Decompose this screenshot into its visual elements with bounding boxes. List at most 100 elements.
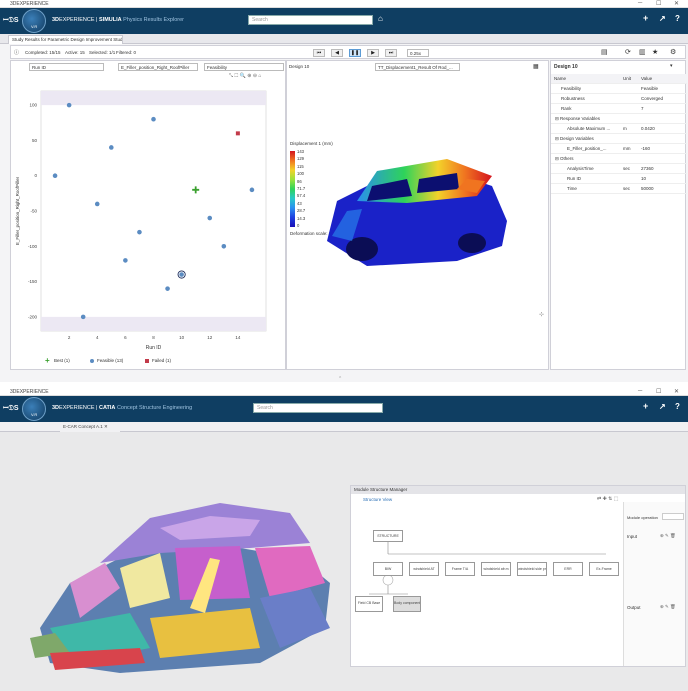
share-icon[interactable]: ↗ [659,402,666,411]
pause-button[interactable]: ❚❚ [349,49,361,57]
result-viewer-panel: Design 10 TT_Displacement1_Result Of Rod… [286,60,549,370]
top-app-bar: ꟷ𝔇S V.R 3DEXPERIENCE | SIMULIA Physics R… [0,8,688,34]
minimize-icon[interactable]: ─ [638,0,642,6]
add-icon[interactable]: + [643,13,648,23]
props-row[interactable]: Time sec 50000 [551,184,687,194]
props-row-unit: sec [623,166,631,171]
props-row[interactable]: ⊟ Others [551,154,687,164]
last-button[interactable]: ⏭ [385,49,397,57]
structure-child-node[interactable]: ERR [553,562,583,576]
col-unit: Unit [623,76,632,81]
upper-bound-band [41,91,266,106]
maximize-icon[interactable]: ☐ [656,388,661,395]
x-tick-label: 4 [96,335,99,340]
props-row[interactable]: Absolute Maximum ... m 0.0420 [551,124,687,134]
top-window: 3DEXPERIENCE ─ ☐ ✕ ꟷ𝔇S V.R 3DEXPERIENCE … [0,0,688,382]
chart-toolbar-icons[interactable]: ⤡ ⬚ 🔍 ⊕ ⊖ ⌂ [229,73,261,79]
props-row[interactable]: Rank 7 [551,104,687,114]
structure-child-node[interactable]: windshield AT [409,562,439,576]
structure-child-node[interactable]: Ex-Frame [589,562,619,576]
star-icon[interactable]: ★ [652,48,658,56]
scatter-chart[interactable]: 100 50 0 -50 -100 -150 -200 2 4 6 8 10 12 14 Run ID E_F… [11,81,287,351]
next-button[interactable]: ▶ [367,49,379,57]
legend-failed-icon [145,359,149,363]
props-row[interactable]: E_Filler_position_... mm -160 [551,144,687,154]
legend-best-icon: + [45,356,50,365]
ds-logo-icon[interactable]: ꟷ𝔇S [3,404,19,413]
app-title: 3DEXPERIENCE | SIMULIA Physics Results E… [52,17,184,23]
structure-sub-node-1[interactable]: Field CB Base [355,596,383,612]
layout-icon[interactable]: ▤ [601,48,608,56]
module-structure-manager: Module Structure Manager Structure View … [350,485,686,667]
contour-tick: 129 [297,156,304,162]
props-dropdown-icon[interactable]: ▾ [670,63,673,69]
compass-icon[interactable]: V.R [22,9,46,33]
app-name: Concept Structure Engineering [116,405,193,411]
structure-child-node[interactable]: windshield side pr [517,562,547,576]
legend-best-label: Best (1) [54,358,70,363]
contour-tick: 71.7 [297,186,306,191]
tag-icon[interactable]: ⌂ [378,14,383,23]
close-icon[interactable]: ✕ [674,388,679,395]
feasible-point [123,258,128,263]
settings-icon[interactable]: ⚙ [670,48,676,56]
close-icon[interactable]: ✕ [674,0,679,7]
biw-3d-model[interactable] [10,488,350,678]
y-axis-label: E_Filler_position_Right_RoofPiller [15,176,20,245]
compass-label: V.R [31,24,38,29]
feasible-point [137,229,142,235]
add-icon[interactable]: + [643,401,648,411]
props-row-name: ⊟ Others [555,156,574,161]
tab-study-results[interactable]: Study Results for Parametric Design Impr… [8,35,123,44]
structure-sub-node-2[interactable]: Body component [393,596,421,612]
tab-ecar-concept[interactable]: E-CAR Concept A.1 ✕ [60,423,120,432]
y-axis-select[interactable]: E_Filler_position_Right_RoofPiller [118,63,198,71]
result-select[interactable]: TT_Displacement1_Result Of Rod_... [375,63,460,71]
design-label: Design 10 [289,64,310,69]
module-operation-field[interactable] [662,513,684,520]
minimize-icon[interactable]: ─ [638,388,642,394]
brand-3d: 3D [52,405,60,411]
structure-child-node[interactable]: BIW [373,562,403,576]
props-row[interactable]: ⊟ Response Variables [551,114,687,124]
compass-icon[interactable]: V.R [22,397,46,421]
search-input[interactable]: Search [253,403,383,413]
refresh-icon[interactable]: ⟳ [625,48,631,56]
help-icon[interactable]: ? [675,402,680,411]
msm-toolbar-icons[interactable]: ⇄ ✚ ⇅ ⬚ [597,496,618,502]
structure-child-node[interactable]: Frame T/A [445,562,475,576]
splitter-handle[interactable]: ⌃ [338,376,348,382]
structure-root-node[interactable]: STRUCTURE [373,530,403,542]
input-tools-icons[interactable]: ⊕ ✎ 🗑 [660,533,676,539]
columns-icon[interactable]: ▥ [639,48,646,56]
search-input[interactable]: Search [248,15,373,25]
properties-panel: Design 10 ▾ Name Unit Value Feasibility F… [550,60,687,370]
props-row[interactable]: AnalysisTime sec 27360 [551,164,687,174]
maximize-icon[interactable]: ☐ [656,0,661,7]
prev-button[interactable]: ◀ [331,49,343,57]
x-axis-select[interactable]: Run ID [29,63,104,71]
props-row-name: ⊟ Response Variables [555,116,600,121]
share-icon[interactable]: ↗ [659,14,666,23]
completed-count: Completed: 15/15 [25,50,61,55]
contour-colorbar [290,151,295,227]
feasible-point [52,173,58,179]
ds-logo-icon[interactable]: ꟷ𝔇S [3,16,19,25]
structure-view-tab[interactable]: Structure View [363,497,392,502]
speed-select[interactable]: 0.25x [407,49,429,57]
window-title: 3DEXPERIENCE [10,1,49,7]
props-row[interactable]: Run ID 10 [551,174,687,184]
props-row[interactable]: Robustness Converged [551,94,687,104]
output-tools-icons[interactable]: ⊕ ✎ 🗑 [660,604,676,610]
output-label: Output [627,605,641,610]
triad-icon: ⊹ [539,312,545,318]
structure-child-node[interactable]: windshield afr.m [481,562,511,576]
help-icon[interactable]: ? [675,14,680,23]
car-contour-model[interactable] [307,141,517,271]
chart-icon[interactable]: ▦ [533,63,539,70]
first-button[interactable]: ⏮ [313,49,325,57]
color-select[interactable]: Feasibility [204,63,284,71]
status-bar: ⓘ Completed: 15/15 Active: 15 Selected: … [10,45,686,59]
props-row[interactable]: ⊟ Design Variables [551,134,687,144]
props-row[interactable]: Feasibility Feasible [551,84,687,94]
